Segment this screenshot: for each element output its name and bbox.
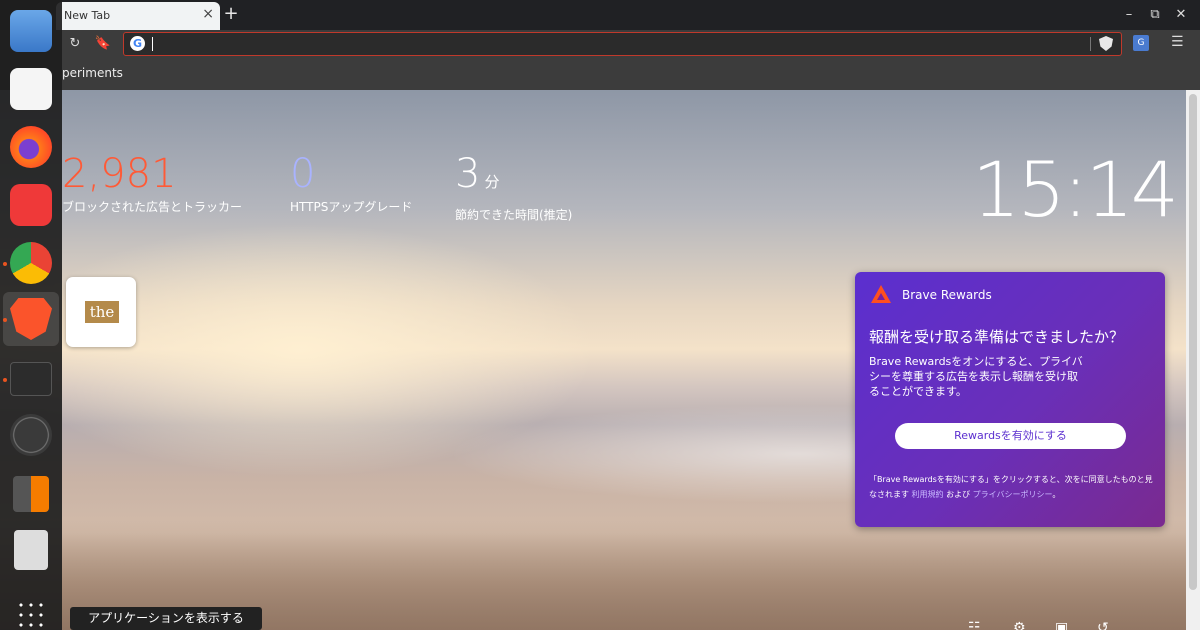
tab-new-tab[interactable]: New Tab × (56, 2, 220, 30)
page-scrollbar[interactable] (1186, 90, 1200, 630)
google-icon: G (130, 36, 145, 51)
calculator-icon[interactable] (13, 476, 49, 512)
time-saved: 3分 (455, 152, 572, 204)
files-icon[interactable] (10, 10, 52, 52)
address-bar[interactable]: G (123, 32, 1122, 56)
bookmarks-bar: periments (0, 58, 1200, 91)
and-text: および (946, 490, 971, 499)
tab-title: New Tab (64, 9, 111, 22)
vivaldi-icon[interactable] (10, 184, 52, 226)
new-tab-page: 2,981 ブロックされた広告とトラッカー 0 HTTPSアップグレード 3分 … (0, 90, 1186, 630)
dock-tooltip: アプリケーションを表示する (70, 607, 262, 630)
maximize-icon[interactable]: ⧉ (1146, 6, 1164, 24)
menu-icon[interactable]: ☰ (1171, 34, 1184, 50)
stat-https: 0 HTTPSアップグレード (290, 152, 412, 215)
rewards-heading: 報酬を受け取る準備はできましたか？ (869, 328, 1125, 346)
dock (0, 0, 62, 630)
customize-icon[interactable]: ☷ (968, 620, 981, 630)
clock-icon[interactable] (10, 414, 52, 456)
firefox-icon[interactable] (10, 126, 52, 168)
time-label: 節約できた時間(推定) (455, 208, 573, 222)
enable-rewards-button[interactable]: Rewardsを有効にする (895, 423, 1126, 449)
site-logo: the (85, 301, 119, 323)
brave-rewards-card: Brave Rewards 報酬を受け取る準備はできましたか？ Brave Re… (855, 272, 1165, 527)
running-indicator (3, 318, 7, 322)
trash-icon[interactable] (14, 530, 48, 570)
footnote-end: 。 (1052, 490, 1061, 499)
bookmark-experiments[interactable]: periments (62, 66, 123, 80)
omnibox-divider (1090, 37, 1091, 51)
bookmark-icon[interactable]: 🔖 (94, 35, 112, 53)
minimize-icon[interactable]: – (1120, 6, 1138, 24)
running-indicator (3, 262, 7, 266)
bat-logo-icon (871, 285, 891, 303)
app-grid-icon[interactable] (16, 600, 46, 630)
rewards-description: Brave Rewardsをオンにすると、プライバシーを尊重する広告を表示し報酬… (869, 355, 1083, 398)
running-indicator (3, 378, 7, 382)
text-editor-icon[interactable] (10, 68, 52, 110)
chrome-icon[interactable] (10, 242, 52, 284)
rewards-footnote: 「Brave Rewardsを有効にする」をクリックすると、次をに同意したものと… (869, 472, 1154, 502)
reload-icon[interactable]: ↻ (66, 35, 84, 53)
time-value: 3 (455, 151, 481, 197)
blocked-count: 2,981 (62, 151, 177, 197)
stat-blocked: 2,981 ブロックされた広告とトラッカー (62, 152, 242, 215)
https-label: HTTPSアップグレード (290, 200, 413, 214)
time-unit: 分 (484, 173, 500, 191)
top-site-tile[interactable]: the (66, 277, 136, 347)
rewards-title: Brave Rewards (902, 288, 992, 302)
tab-bar: New Tab × + – ⧉ ✕ (0, 0, 1200, 30)
translate-icon[interactable]: G (1133, 35, 1149, 51)
close-tab-icon[interactable]: × (202, 6, 214, 22)
privacy-link[interactable]: プライバシーポリシー (973, 490, 1053, 499)
terminal-icon[interactable] (10, 362, 52, 396)
terms-link[interactable]: 利用規約 (912, 490, 944, 499)
stat-time: 3分 節約できた時間(推定) (455, 152, 572, 223)
scrollbar-thumb[interactable] (1189, 94, 1197, 590)
toolbar: ↻ 🔖 G G ☰ (0, 30, 1200, 58)
history-icon[interactable]: ↺ (1097, 620, 1109, 630)
https-count: 0 (290, 151, 316, 197)
blocked-label: ブロックされた広告とトラッカー (62, 200, 243, 214)
close-window-icon[interactable]: ✕ (1172, 6, 1190, 24)
text-cursor (152, 37, 153, 51)
clock: 15:14 (972, 145, 1179, 234)
bookmarks-manager-icon[interactable]: ▣ (1055, 620, 1068, 630)
brave-shield-icon[interactable] (1099, 36, 1113, 51)
new-tab-button[interactable]: + (222, 3, 240, 24)
settings-gear-icon[interactable]: ⚙ (1013, 620, 1026, 630)
